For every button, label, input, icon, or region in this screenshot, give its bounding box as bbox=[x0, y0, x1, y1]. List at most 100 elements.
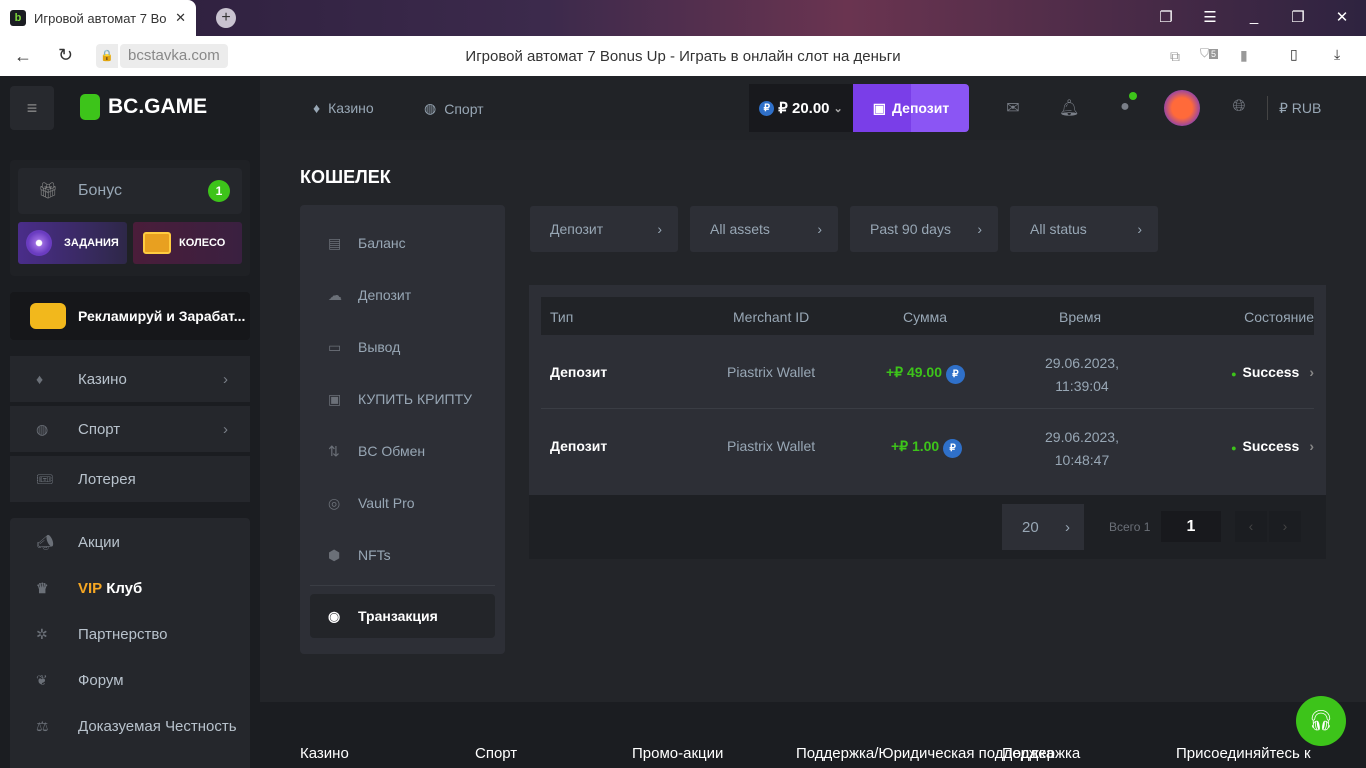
close-window-icon[interactable]: ✕ bbox=[1330, 8, 1354, 26]
next-page-button[interactable]: › bbox=[1269, 511, 1301, 542]
amount-cell: +₽ 49.00 ₽ bbox=[886, 364, 965, 384]
deposit-button[interactable]: ▣ Депозит bbox=[853, 84, 969, 132]
vault-icon: ◎ bbox=[328, 494, 341, 511]
extensions-icon[interactable]: ▯ bbox=[1290, 46, 1298, 63]
column-header: Время bbox=[1059, 309, 1102, 325]
time-cell: 29.06.2023, 10:48:47 bbox=[1031, 426, 1133, 472]
nav-sport[interactable]: ◍ Спорт bbox=[424, 100, 484, 117]
withdraw-icon: ▭ bbox=[328, 338, 342, 355]
footer-heading: Спорт bbox=[475, 745, 518, 762]
club-label: Клуб bbox=[106, 579, 143, 597]
sidebar-label: Партнерство bbox=[78, 625, 168, 643]
mail-icon[interactable]: ✉ bbox=[1003, 98, 1023, 118]
new-tab-button[interactable]: + bbox=[216, 8, 236, 28]
globe-icon[interactable]: 🌐︎ bbox=[1229, 98, 1249, 118]
browser-menu-icon[interactable]: ☰ bbox=[1198, 8, 1222, 26]
currency-selector[interactable]: ₽ RUB bbox=[1279, 100, 1321, 117]
column-header: Тип bbox=[550, 309, 574, 325]
target-icon bbox=[26, 230, 52, 256]
tasks-label: ЗАДАНИЯ bbox=[64, 237, 119, 249]
sidebar-label: Лотерея bbox=[78, 470, 136, 488]
sidebar-item-forum[interactable]: ❦ Форум bbox=[10, 660, 250, 700]
restore-icon[interactable]: ❐ bbox=[1286, 8, 1310, 26]
filter-period[interactable]: Past 90 days › bbox=[850, 206, 998, 252]
bonus-button[interactable]: 🎁︎ Бонус 1 bbox=[18, 168, 242, 214]
filter-assets[interactable]: All assets › bbox=[690, 206, 838, 252]
partnership-icon: ✲ bbox=[36, 626, 48, 642]
tab-duplicate-icon[interactable]: ⧉ bbox=[1170, 48, 1180, 65]
chat-icon[interactable]: ● bbox=[1115, 92, 1137, 118]
menu-label: Vault Pro bbox=[358, 495, 415, 511]
nav-casino[interactable]: ♦ Казино bbox=[313, 100, 374, 116]
prev-page-button[interactable]: ‹ bbox=[1235, 511, 1267, 542]
wallet-menu-withdraw[interactable]: ▭ Вывод bbox=[310, 325, 495, 369]
ruble-coin-icon: ₽ bbox=[759, 100, 775, 116]
close-tab-icon[interactable]: ✕ bbox=[175, 10, 186, 26]
avatar[interactable] bbox=[1164, 90, 1200, 126]
wallet-menu-deposit[interactable]: ☁︎ Депозит bbox=[310, 273, 495, 317]
menu-toggle-button[interactable]: ≡ bbox=[10, 86, 54, 130]
ticket-icon: 🎟︎ bbox=[36, 471, 54, 487]
logo[interactable]: BC.GAME bbox=[80, 94, 207, 120]
table-row[interactable]: Депозит Piastrix Wallet +₽ 1.00 ₽ 29.06.… bbox=[541, 409, 1314, 483]
bonus-count-badge: 1 bbox=[208, 180, 230, 202]
wallet-menu-swap[interactable]: ⇅ BC Обмен bbox=[310, 429, 495, 473]
table-header: Тип Merchant ID Сумма Время Состояние bbox=[541, 297, 1314, 335]
wallet-menu-buy-crypto[interactable]: ▣ КУПИТЬ КРИПТУ bbox=[310, 377, 495, 421]
protect-shield-icon[interactable]: ⛉ 5 bbox=[1200, 46, 1219, 61]
page-input[interactable]: 1 bbox=[1161, 511, 1221, 542]
status-dot-icon: ● bbox=[1231, 369, 1237, 379]
tasks-button[interactable]: ЗАДАНИЯ bbox=[18, 222, 127, 264]
balance-dropdown[interactable]: ₽ ₽ 20.00 ⌄ bbox=[749, 84, 853, 132]
deposit-icon: ☁︎ bbox=[328, 286, 342, 303]
nav-casino-label: Казино bbox=[328, 100, 374, 116]
column-header: Состояние bbox=[1244, 309, 1314, 325]
casino-icon: ♦ bbox=[36, 371, 44, 387]
filter-status[interactable]: All status › bbox=[1010, 206, 1158, 252]
crown-icon: ♛ bbox=[36, 580, 49, 596]
menu-label: Депозит bbox=[358, 287, 412, 303]
sidebar-item-promotions[interactable]: 📣︎ Акции bbox=[10, 522, 250, 562]
page-size-select[interactable]: 20 › bbox=[1002, 504, 1084, 550]
filter-label: Депозит bbox=[550, 221, 604, 237]
sport-icon: ◍ bbox=[36, 421, 49, 437]
sidebar-label: Спорт bbox=[78, 420, 121, 438]
table-row[interactable]: Депозит Piastrix Wallet +₽ 49.00 ₽ 29.06… bbox=[541, 335, 1314, 409]
status-value: Success bbox=[1242, 438, 1300, 454]
sidebar-item-lottery[interactable]: 🎟︎ Лотерея bbox=[10, 456, 250, 502]
download-icon[interactable]: ⤓ bbox=[1334, 46, 1340, 63]
chevron-right-icon: › bbox=[817, 221, 822, 237]
chevron-right-icon: › bbox=[1309, 364, 1314, 380]
menu-label: КУПИТЬ КРИПТУ bbox=[358, 391, 473, 407]
wallet-menu: ▤ Баланс ☁︎ Депозит ▭ Вывод ▣ КУПИТЬ КРИПТУ … bbox=[300, 205, 505, 654]
chevron-right-icon: › bbox=[223, 420, 228, 438]
support-chat-button[interactable]: 🎧︎ bbox=[1296, 696, 1346, 746]
logo-mark-icon bbox=[80, 94, 100, 120]
column-header: Merchant ID bbox=[733, 309, 810, 325]
sidebar-item-vip[interactable]: ♛ VIP Клуб bbox=[10, 568, 250, 608]
minimize-icon[interactable]: _ bbox=[1242, 8, 1266, 25]
site-favicon-icon: b bbox=[10, 10, 26, 26]
filter-label: All status bbox=[1030, 221, 1087, 237]
bell-icon[interactable]: 🔔︎ bbox=[1059, 98, 1079, 118]
wheel-button[interactable]: КОЛЕСО bbox=[133, 222, 242, 264]
wallet-menu-vault[interactable]: ◎ Vault Pro bbox=[310, 481, 495, 525]
sidebar-item-fairness[interactable]: ⚖︎ Доказуемая Честность bbox=[10, 706, 250, 746]
status-badge: ● Success › bbox=[1231, 364, 1314, 380]
menu-label: Баланс bbox=[358, 235, 406, 251]
affiliate-promo[interactable]: Рекламируй и Зарабат... bbox=[10, 292, 250, 340]
collections-icon[interactable]: ❐ bbox=[1154, 8, 1178, 26]
sidebar-item-sport[interactable]: ◍ Спорт › bbox=[10, 406, 250, 452]
wallet-menu-nfts[interactable]: ⬢ NFTs bbox=[310, 533, 495, 577]
filter-type[interactable]: Депозит › bbox=[530, 206, 678, 252]
merchant-cell: Piastrix Wallet bbox=[727, 364, 816, 380]
bookmark-icon[interactable]: ▮ bbox=[1240, 47, 1248, 64]
wallet-menu-balance[interactable]: ▤ Баланс bbox=[310, 221, 495, 265]
nft-icon: ⬢ bbox=[328, 546, 341, 563]
sidebar-item-casino[interactable]: ♦ Казино › bbox=[10, 356, 250, 402]
status-badge: ● Success › bbox=[1231, 438, 1314, 454]
browser-tab[interactable]: b Игровой автомат 7 Bon ✕ bbox=[0, 0, 196, 36]
merchant-cell: Piastrix Wallet bbox=[727, 438, 816, 454]
sidebar-item-partnership[interactable]: ✲ Партнерство bbox=[10, 614, 250, 654]
wallet-menu-transactions[interactable]: ◉ Транзакция bbox=[310, 594, 495, 638]
